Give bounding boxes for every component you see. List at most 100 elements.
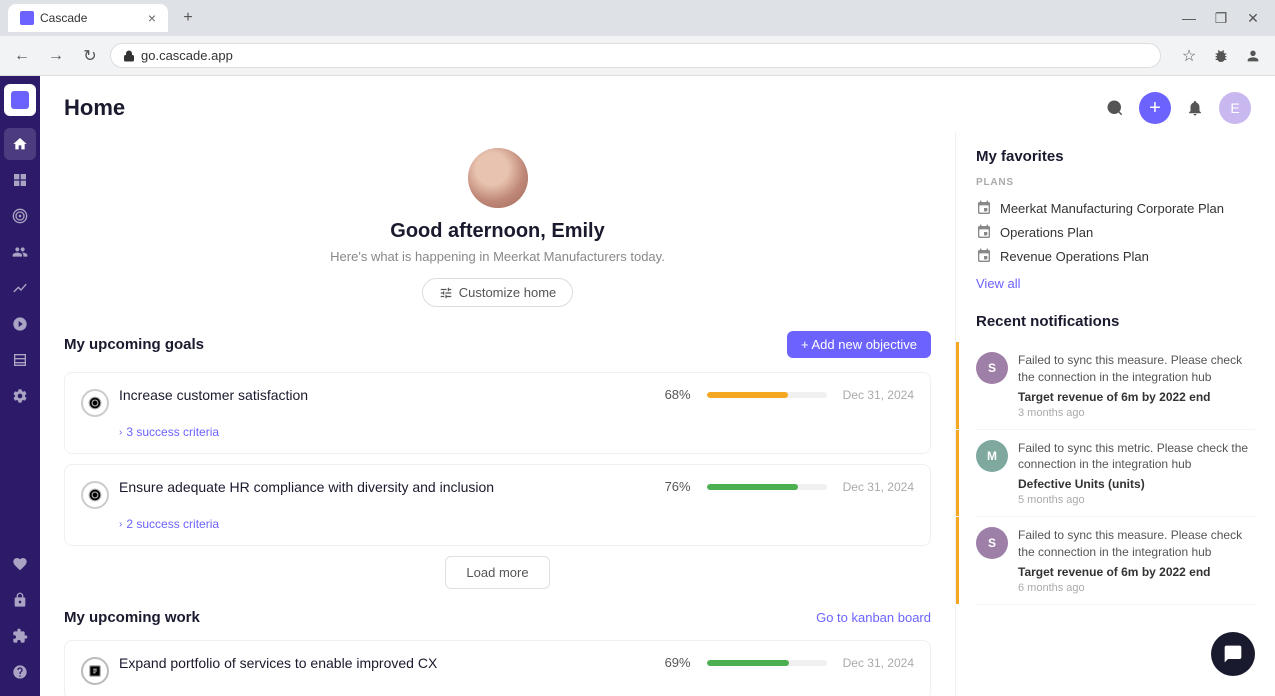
chat-icon bbox=[1223, 644, 1243, 664]
table-icon bbox=[12, 352, 28, 368]
user-avatar[interactable]: E bbox=[1219, 92, 1251, 124]
goal-date-1: Dec 31, 2024 bbox=[843, 480, 914, 494]
work-icon-0 bbox=[81, 657, 109, 685]
sidebar-item-people[interactable] bbox=[4, 236, 36, 268]
notif-avatar-inner-1: M bbox=[976, 440, 1008, 472]
view-all-link[interactable]: View all bbox=[976, 276, 1021, 291]
notif-avatar-0: S bbox=[976, 352, 1008, 384]
goal-icon-1 bbox=[81, 481, 109, 509]
work-right-0: 69% Dec 31, 2024 bbox=[659, 655, 914, 670]
criteria-arrow-1: › bbox=[119, 519, 122, 530]
work-section-header: My upcoming work Go to kanban board bbox=[64, 609, 931, 626]
sidebar-bottom bbox=[4, 548, 36, 688]
circle-icon-1 bbox=[88, 488, 102, 502]
address-bar[interactable]: go.cascade.app bbox=[110, 43, 1161, 68]
customize-home-button[interactable]: Customize home bbox=[422, 278, 574, 307]
sidebar-item-help[interactable] bbox=[4, 656, 36, 688]
minimize-button[interactable]: — bbox=[1175, 4, 1203, 32]
goal-item-0: Increase customer satisfaction 68% Dec 3… bbox=[64, 372, 931, 454]
goal-criteria-1[interactable]: › 2 success criteria bbox=[119, 517, 914, 531]
notif-text-2: Failed to sync this measure. Please chec… bbox=[1018, 527, 1255, 561]
notification-item-2: S Failed to sync this measure. Please ch… bbox=[976, 517, 1255, 605]
sidebar-item-table[interactable] bbox=[4, 344, 36, 376]
sidebar-item-integrations[interactable] bbox=[4, 620, 36, 652]
work-date-0: Dec 31, 2024 bbox=[843, 656, 914, 670]
work-section-title: My upcoming work bbox=[64, 609, 200, 626]
right-panel: My favorites PLANS Meerkat Manufacturing… bbox=[955, 132, 1275, 696]
page-title: Home bbox=[64, 95, 125, 121]
browser-action-icons: ☆ bbox=[1175, 42, 1267, 70]
plan-name-0: Meerkat Manufacturing Corporate Plan bbox=[1000, 201, 1224, 216]
lock-icon bbox=[123, 50, 135, 62]
content-area: Good afternoon, Emily Here's what is hap… bbox=[40, 132, 1275, 696]
sidebar-item-reports[interactable] bbox=[4, 272, 36, 304]
add-button[interactable]: + bbox=[1139, 92, 1171, 124]
favorites-title: My favorites bbox=[976, 148, 1255, 165]
reload-button[interactable]: ↻ bbox=[76, 42, 104, 70]
notif-text-1: Failed to sync this metric. Please check… bbox=[1018, 440, 1255, 474]
bell-icon bbox=[1186, 99, 1204, 117]
extensions-icon[interactable] bbox=[1207, 42, 1235, 70]
notif-time-0: 3 months ago bbox=[1018, 407, 1255, 419]
sidebar-item-home[interactable] bbox=[4, 128, 36, 160]
maximize-button[interactable]: ❐ bbox=[1207, 4, 1235, 32]
plan-item-1[interactable]: Operations Plan bbox=[976, 220, 1255, 244]
work-bar-wrap-0 bbox=[707, 660, 827, 666]
sidebar-item-dashboard[interactable] bbox=[4, 164, 36, 196]
goals-load-more-button[interactable]: Load more bbox=[445, 556, 549, 589]
sidebar-item-activity[interactable] bbox=[4, 308, 36, 340]
sidebar-item-favorites[interactable] bbox=[4, 548, 36, 580]
plan-item-0[interactable]: Meerkat Manufacturing Corporate Plan bbox=[976, 196, 1255, 220]
plan-item-2[interactable]: Revenue Operations Plan bbox=[976, 244, 1255, 268]
close-window-button[interactable]: ✕ bbox=[1239, 4, 1267, 32]
goal-criteria-0[interactable]: › 3 success criteria bbox=[119, 425, 914, 439]
sidebar-item-goals[interactable] bbox=[4, 200, 36, 232]
center-panel: Good afternoon, Emily Here's what is hap… bbox=[40, 132, 955, 696]
customize-label: Customize home bbox=[459, 285, 557, 300]
plan-icon-2 bbox=[976, 248, 992, 264]
chat-bubble[interactable] bbox=[1211, 632, 1255, 676]
tab-title: Cascade bbox=[40, 11, 87, 25]
favorites-section: My favorites PLANS Meerkat Manufacturing… bbox=[976, 132, 1255, 293]
plans-label: PLANS bbox=[976, 177, 1255, 188]
add-tab-button[interactable]: + bbox=[176, 6, 200, 30]
browser-tab[interactable]: Cascade × bbox=[8, 4, 168, 32]
puzzle-icon bbox=[12, 628, 28, 644]
plan-name-2: Revenue Operations Plan bbox=[1000, 249, 1149, 264]
criteria-arrow-0: › bbox=[119, 427, 122, 438]
chart-icon bbox=[12, 280, 28, 296]
welcome-subtext: Here's what is happening in Meerkat Manu… bbox=[64, 249, 931, 264]
main-content: Home + E Good aft bbox=[40, 76, 1275, 696]
notifications-section: Recent notifications S Failed to sync th… bbox=[976, 313, 1255, 605]
sidebar-item-security[interactable] bbox=[4, 584, 36, 616]
profile-icon[interactable] bbox=[1239, 42, 1267, 70]
search-icon bbox=[1106, 99, 1124, 117]
tab-close-button[interactable]: × bbox=[148, 10, 156, 26]
work-name-0: Expand portfolio of services to enable i… bbox=[119, 655, 659, 671]
circle-icon bbox=[88, 396, 102, 410]
goal-left-1: Ensure adequate HR compliance with diver… bbox=[81, 479, 659, 509]
notifications-button[interactable] bbox=[1179, 92, 1211, 124]
notifications-title: Recent notifications bbox=[976, 313, 1255, 330]
goal-top: Increase customer satisfaction 68% Dec 3… bbox=[81, 387, 914, 417]
goal-progress-bar-wrap-1 bbox=[707, 484, 827, 490]
work-section: My upcoming work Go to kanban board Expa… bbox=[64, 609, 931, 696]
goal-top-1: Ensure adequate HR compliance with diver… bbox=[81, 479, 914, 509]
work-left-0: Expand portfolio of services to enable i… bbox=[81, 655, 659, 685]
work-pct-0: 69% bbox=[659, 655, 691, 670]
app-logo[interactable] bbox=[4, 84, 36, 116]
goals-section-header: My upcoming goals + Add new objective bbox=[64, 331, 931, 358]
search-button[interactable] bbox=[1099, 92, 1131, 124]
back-button[interactable]: ← bbox=[8, 42, 36, 70]
goal-pct-0: 68% bbox=[659, 387, 691, 402]
people-icon bbox=[12, 244, 28, 260]
bookmark-icon[interactable]: ☆ bbox=[1175, 42, 1203, 70]
forward-button[interactable]: → bbox=[42, 42, 70, 70]
sidebar-item-settings[interactable] bbox=[4, 380, 36, 412]
browser-nav: ← → ↻ go.cascade.app ☆ bbox=[0, 36, 1275, 76]
welcome-section: Good afternoon, Emily Here's what is hap… bbox=[64, 132, 931, 331]
notification-item-0: S Failed to sync this measure. Please ch… bbox=[976, 342, 1255, 430]
go-kanban-link[interactable]: Go to kanban board bbox=[816, 610, 931, 625]
add-objective-button[interactable]: + Add new objective bbox=[787, 331, 931, 358]
page-header: Home + E bbox=[40, 76, 1275, 132]
